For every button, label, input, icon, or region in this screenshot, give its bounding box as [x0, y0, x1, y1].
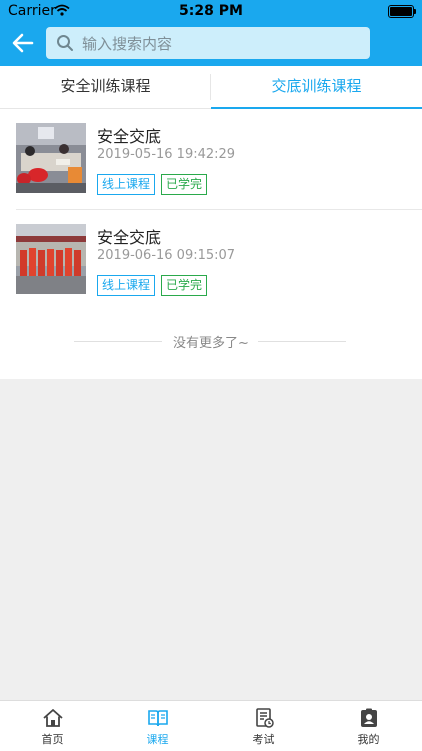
online-course-badge: 线上课程	[97, 174, 156, 195]
search-input[interactable]	[80, 27, 364, 61]
online-course-badge: 线上课程	[97, 275, 156, 296]
course-datetime: 2019-05-16 19:42:29	[97, 147, 236, 162]
search-icon	[57, 35, 73, 51]
course-thumbnail-meeting-image	[16, 123, 86, 193]
completed-badge: 已学完	[161, 275, 208, 296]
course-title: 安全交底	[97, 127, 162, 146]
search-box[interactable]	[46, 27, 370, 61]
top-bar: Carrier 5:28 PM	[0, 0, 422, 66]
profile-icon	[361, 708, 377, 727]
course-datetime: 2019-06-16 09:15:07	[97, 248, 236, 263]
home-icon	[43, 709, 63, 727]
list-item[interactable]: 安全交底 2019-06-16 09:15:07 线上课程 已学完	[0, 210, 422, 310]
nav-label-exam: 考试	[252, 733, 275, 746]
nav-label-course: 课程	[146, 733, 169, 746]
nav-item-course[interactable]: 课程	[105, 701, 210, 751]
status-bar: Carrier 5:28 PM	[0, 0, 422, 22]
course-list: 安全交底 2019-05-16 19:42:29 线上课程 已学完 安全交底 2…	[0, 109, 422, 379]
list-item[interactable]: 安全交底 2019-05-16 19:42:29 线上课程 已学完	[0, 109, 422, 210]
no-more-text: 没有更多了~	[173, 336, 249, 351]
bottom-nav: 首页 课程 考试 我的	[0, 700, 422, 751]
tab-safety-training[interactable]: 安全训练课程	[0, 66, 211, 108]
status-time: 5:28 PM	[179, 3, 243, 19]
no-more-indicator: 没有更多了~	[0, 331, 422, 351]
battery-icon	[388, 5, 416, 18]
nav-item-home[interactable]: 首页	[0, 701, 105, 751]
back-arrow-icon[interactable]	[10, 30, 36, 56]
nav-item-exam[interactable]: 考试	[211, 701, 316, 751]
completed-badge: 已学完	[161, 174, 208, 195]
tab-briefing-training[interactable]: 交底训练课程	[211, 66, 422, 109]
book-icon	[148, 710, 168, 727]
course-thumbnail-workers-image	[16, 224, 86, 294]
nav-item-mine[interactable]: 我的	[316, 701, 421, 751]
exam-icon	[256, 708, 274, 728]
divider	[258, 341, 346, 342]
course-tabs: 安全训练课程 交底训练课程	[0, 66, 422, 109]
nav-label-mine: 我的	[357, 733, 380, 746]
nav-label-home: 首页	[41, 733, 64, 746]
course-title: 安全交底	[97, 228, 162, 247]
